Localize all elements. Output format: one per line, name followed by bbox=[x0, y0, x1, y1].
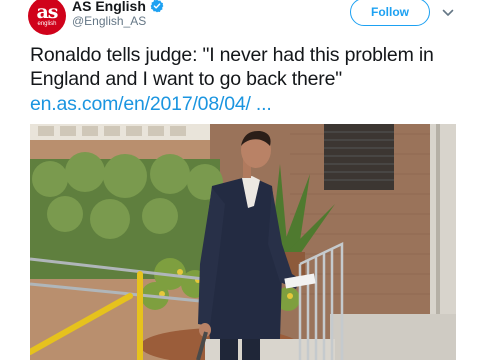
photo-illustration bbox=[30, 124, 456, 360]
avatar-logo: as bbox=[36, 1, 58, 23]
display-name-row[interactable]: AS English bbox=[72, 0, 164, 15]
follow-button[interactable]: Follow bbox=[350, 0, 430, 26]
display-name[interactable]: AS English bbox=[72, 0, 146, 14]
avatar-subtitle: english bbox=[37, 21, 57, 27]
tweet-link[interactable]: en.as.com/en/2017/08/04/ ... bbox=[30, 92, 272, 116]
chevron-down-icon[interactable] bbox=[442, 8, 454, 18]
tweet-photo[interactable] bbox=[30, 124, 456, 360]
tweet-header: as english AS English @English_AS Follow bbox=[0, 0, 480, 36]
avatar[interactable]: as english bbox=[28, 0, 66, 35]
account-handle[interactable]: @English_AS bbox=[72, 14, 146, 28]
tweet-text: Ronaldo tells judge: "I never had this p… bbox=[30, 44, 434, 90]
verified-badge-icon bbox=[150, 0, 164, 13]
